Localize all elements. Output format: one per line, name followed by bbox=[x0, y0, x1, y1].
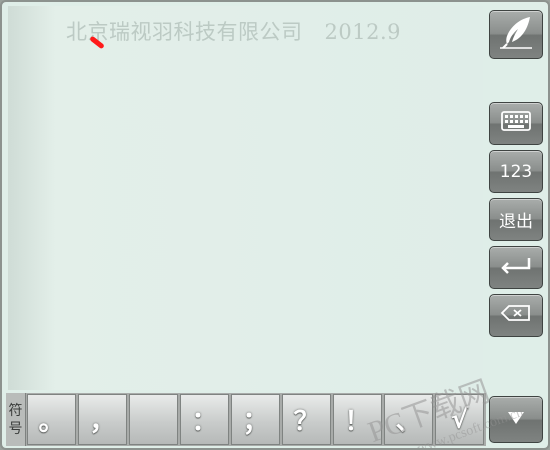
symbol-key-question[interactable]: ？ bbox=[282, 394, 331, 445]
exit-button[interactable]: 退出 bbox=[489, 198, 543, 241]
symbol-key-blank[interactable] bbox=[129, 394, 178, 445]
company-name: 北京瑞视羽科技有限公司 bbox=[66, 20, 303, 44]
symbol-bar-label: 符 号 bbox=[6, 393, 26, 446]
pen-button[interactable] bbox=[489, 10, 543, 59]
exit-label: 退出 bbox=[499, 212, 533, 232]
quill-pen-icon bbox=[496, 14, 536, 55]
symbol-key-comma[interactable]: ， bbox=[78, 394, 127, 445]
symbol-key-enumeration-comma[interactable]: 、 bbox=[384, 394, 433, 445]
symbol-key-checkmark[interactable]: √ bbox=[435, 394, 484, 445]
writing-canvas[interactable] bbox=[8, 6, 483, 390]
symbol-key-semicolon[interactable]: ； bbox=[231, 394, 280, 445]
numbers-label: 123 bbox=[499, 161, 533, 182]
symbol-key-exclamation[interactable]: ！ bbox=[333, 394, 382, 445]
enter-icon bbox=[499, 256, 533, 279]
more-symbols-button[interactable] bbox=[489, 396, 543, 443]
triangle-down-icon bbox=[507, 410, 525, 430]
backspace-button[interactable] bbox=[489, 294, 543, 337]
symbol-key-period[interactable]: 。 bbox=[27, 394, 76, 445]
keyboard-button[interactable] bbox=[489, 102, 543, 145]
version-date: 2012.9 bbox=[324, 20, 401, 44]
numbers-button[interactable]: 123 bbox=[489, 150, 543, 193]
handwriting-input-panel: 北京瑞视羽科技有限公司 2012.9 123 退出 符 号 。 ， ： ； ？ … bbox=[0, 0, 550, 450]
backspace-icon bbox=[500, 304, 532, 327]
canvas-caption: 北京瑞视羽科技有限公司 2012.9 bbox=[66, 16, 401, 46]
symbol-key-colon[interactable]: ： bbox=[180, 394, 229, 445]
keyboard-icon bbox=[501, 111, 531, 136]
enter-button[interactable] bbox=[489, 246, 543, 289]
